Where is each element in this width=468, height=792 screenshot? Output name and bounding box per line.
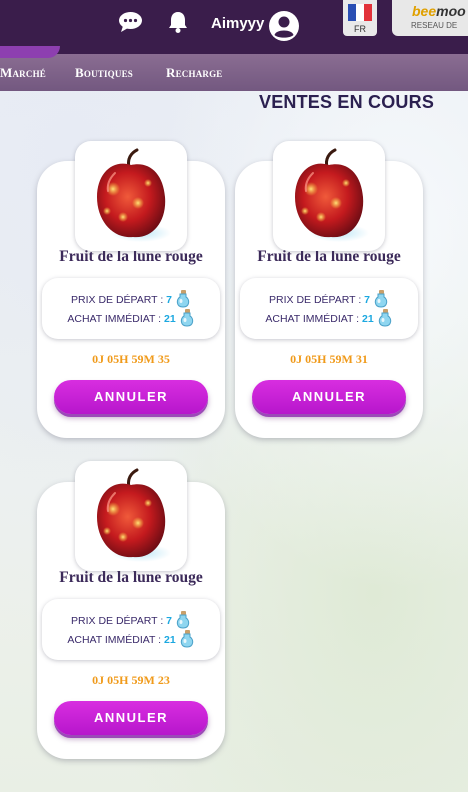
- user-avatar-icon[interactable]: [268, 10, 300, 42]
- cancel-button[interactable]: ANNULER: [252, 380, 406, 414]
- page-title: VENTES EN COURS: [259, 92, 435, 112]
- brand-logo-part-2: moo: [436, 3, 466, 19]
- item-name: Fruit de la lune rouge: [59, 569, 203, 586]
- red-moon-fruit-icon: [97, 468, 171, 562]
- time-remaining: 0J 05H 59M 35: [92, 352, 170, 366]
- red-moon-fruit-icon: [97, 148, 171, 242]
- username[interactable]: Aimyyy: [211, 15, 264, 32]
- buy-now-value: 21: [362, 313, 374, 325]
- time-remaining: 0J 05H 59M 23: [92, 673, 170, 687]
- france-flag-icon: [348, 4, 372, 21]
- potion-icon: [180, 309, 193, 327]
- chat-icon[interactable]: [118, 11, 143, 33]
- start-price-row: PRIX DE DÉPART : 7: [42, 290, 220, 308]
- main-navigation: Marché Boutiques Recharge: [0, 46, 468, 91]
- price-box: PRIX DE DÉPART : 7 ACHAT IMMÉDIAT : 21: [240, 278, 418, 339]
- start-price-value: 7: [364, 294, 371, 306]
- language-code: FR: [354, 24, 366, 34]
- start-price-row: PRIX DE DÉPART : 7: [42, 611, 220, 629]
- brand-logo[interactable]: beemoo RESEAU DE: [392, 0, 468, 36]
- cancel-button[interactable]: ANNULER: [54, 380, 208, 414]
- nav-item-recharge[interactable]: Recharge: [166, 65, 223, 81]
- buy-now-value: 21: [164, 313, 176, 325]
- price-box: PRIX DE DÉPART : 7 ACHAT IMMÉDIAT : 21: [42, 599, 220, 660]
- active-tab-indicator: [0, 46, 60, 58]
- language-selector[interactable]: FR: [343, 0, 377, 36]
- buy-now-label: ACHAT IMMÉDIAT :: [67, 313, 162, 325]
- time-remaining: 0J 05H 59M 31: [290, 352, 368, 366]
- brand-subtitle: RESEAU DE: [411, 21, 458, 30]
- potion-icon: [176, 611, 190, 629]
- nav-item-marche[interactable]: Marché: [0, 65, 46, 81]
- price-box: PRIX DE DÉPART : 7 ACHAT IMMÉDIAT : 21: [42, 278, 220, 339]
- start-price-label: PRIX DE DÉPART :: [71, 615, 164, 627]
- potion-icon: [180, 630, 193, 648]
- bell-icon[interactable]: [167, 10, 189, 34]
- cancel-button[interactable]: ANNULER: [54, 701, 208, 735]
- buy-now-value: 21: [164, 634, 176, 646]
- start-price-row: PRIX DE DÉPART : 7: [240, 290, 418, 308]
- potion-icon: [176, 290, 190, 308]
- potion-icon: [374, 290, 388, 308]
- brand-logo-part-1: bee: [412, 3, 437, 19]
- red-moon-fruit-icon: [295, 148, 369, 242]
- start-price-value: 7: [166, 615, 173, 627]
- potion-icon: [378, 309, 391, 327]
- buy-now-label: ACHAT IMMÉDIAT :: [265, 313, 360, 325]
- start-price-label: PRIX DE DÉPART :: [71, 294, 164, 306]
- buy-now-row: ACHAT IMMÉDIAT : 21: [240, 309, 418, 327]
- start-price-label: PRIX DE DÉPART :: [269, 294, 362, 306]
- nav-item-boutiques[interactable]: Boutiques: [75, 65, 133, 81]
- buy-now-row: ACHAT IMMÉDIAT : 21: [42, 630, 220, 648]
- item-thumbnail[interactable]: [75, 141, 187, 251]
- buy-now-row: ACHAT IMMÉDIAT : 21: [42, 309, 220, 327]
- item-thumbnail[interactable]: [75, 461, 187, 571]
- buy-now-label: ACHAT IMMÉDIAT :: [67, 634, 162, 646]
- item-thumbnail[interactable]: [273, 141, 385, 251]
- start-price-value: 7: [166, 294, 173, 306]
